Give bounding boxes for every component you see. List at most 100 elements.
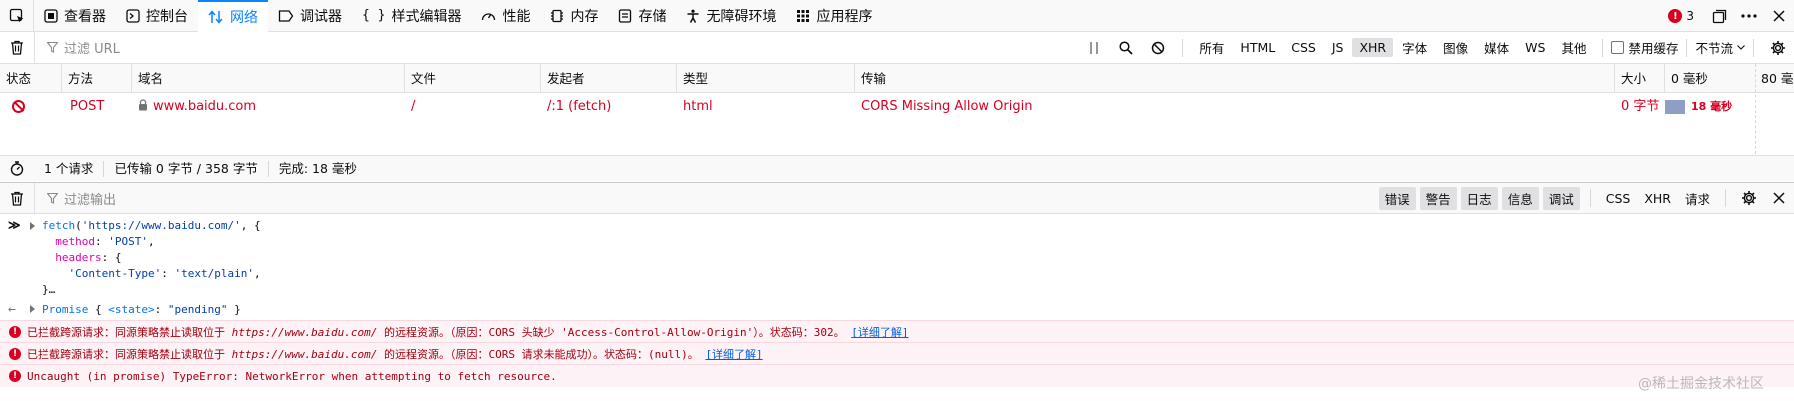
disable-cache-toggle[interactable]: 禁用缓存 [1611, 38, 1678, 57]
console-toolbar: 过滤输出 错误 警告 日志 信息 调试 CSS XHR 请求 [0, 182, 1794, 214]
console-error-message: ! 已拦截跨源请求：同源策略禁止读取位于 https://www.baidu.c… [0, 342, 1794, 365]
level-info-button[interactable]: 信息 [1501, 186, 1539, 210]
file-cell: / [411, 99, 416, 114]
error-icon: ! [1668, 9, 1683, 23]
error-icon: ! [9, 348, 21, 360]
tab-inspector[interactable]: 查看器 [34, 0, 116, 32]
tab-console[interactable]: 控制台 [116, 0, 198, 32]
performance-analysis-button[interactable] [0, 161, 34, 176]
console-output: ≫ fetch('https://www.baidu.com/', { meth… [0, 214, 1794, 401]
type-filter-fonts[interactable]: 字体 [1395, 36, 1434, 59]
throttle-select[interactable]: 不节流 [1695, 38, 1745, 57]
tab-storage[interactable]: 存储 [608, 0, 676, 32]
type-filter-css[interactable]: CSS [1284, 38, 1323, 57]
accessibility-icon [687, 9, 699, 23]
blocked-icon [12, 100, 25, 113]
column-initiator[interactable]: 发起者 [541, 64, 677, 93]
level-debug-button[interactable]: 调试 [1542, 186, 1580, 210]
tab-debugger[interactable]: 调试器 [268, 0, 352, 32]
filter-requests-button[interactable]: 请求 [1678, 187, 1717, 210]
close-devtools-button[interactable] [1764, 0, 1794, 32]
level-warnings-button[interactable]: 警告 [1419, 186, 1457, 210]
type-filter-js[interactable]: JS [1325, 38, 1351, 57]
transfer-cell: CORS Missing Allow Origin [861, 99, 1033, 114]
separator [1753, 38, 1754, 57]
disable-cache-checkbox[interactable] [1611, 41, 1625, 54]
separator [1589, 189, 1591, 207]
block-urls-button[interactable] [1142, 32, 1174, 64]
debugger-icon [278, 9, 294, 22]
network-settings-button[interactable] [1762, 32, 1794, 64]
clear-console-button[interactable] [0, 191, 34, 206]
type-filter-html[interactable]: HTML [1233, 38, 1282, 57]
storage-icon [619, 8, 632, 23]
search-button[interactable] [1110, 32, 1142, 64]
pause-button[interactable] [1078, 32, 1110, 64]
tab-network[interactable]: 网络 [198, 0, 268, 32]
performance-icon [482, 12, 496, 20]
error-count-badge[interactable]: ! 3 [1658, 9, 1704, 23]
column-method[interactable]: 方法 [62, 64, 132, 93]
console-filter-buttons: 错误 警告 日志 信息 调试 CSS XHR 请求 [1377, 183, 1794, 214]
type-filter-xhr[interactable]: XHR [1352, 38, 1394, 57]
type-filter-images[interactable]: 图像 [1436, 36, 1475, 59]
tab-performance[interactable]: 性能 [471, 0, 540, 32]
close-icon [1773, 10, 1785, 22]
tab-label: 控制台 [146, 8, 188, 25]
error-text: 已拦截跨源请求：同源策略禁止读取位于 https://www.baidu.com… [27, 348, 763, 361]
console-settings-button[interactable] [1734, 182, 1764, 214]
filter-css-button[interactable]: CSS [1599, 189, 1638, 208]
tab-application[interactable]: 应用程序 [786, 0, 882, 32]
learn-more-link[interactable]: [详细了解] [851, 326, 908, 339]
close-split-console-button[interactable] [1764, 182, 1794, 214]
tab-accessibility[interactable]: 无障碍环境 [676, 0, 786, 32]
network-tools: 所有 HTML CSS JS XHR 字体 图像 媒体 WS 其他 禁用缓存 不… [1078, 32, 1794, 64]
level-logs-button[interactable]: 日志 [1460, 186, 1498, 210]
dock-button[interactable] [1704, 0, 1734, 32]
column-transfer[interactable]: 传输 [855, 64, 1615, 93]
timing-bar [1665, 99, 1685, 114]
expand-triangle-icon[interactable] [30, 222, 35, 230]
throttle-value: 不节流 [1695, 41, 1733, 56]
element-picker-button[interactable] [0, 0, 34, 32]
tab-label: 性能 [502, 8, 531, 25]
style-editor-icon: { } [362, 8, 386, 23]
tab-memory[interactable]: 内存 [540, 0, 608, 32]
status-cell [4, 93, 62, 120]
error-text: Uncaught (in promise) TypeError: Network… [27, 369, 557, 383]
column-domain[interactable]: 域名 [132, 64, 405, 93]
console-result-message: ← Promise { <state>: "pending" } [0, 298, 1794, 320]
input-chevron-icon: ≫ [8, 218, 21, 232]
tab-label: 应用程序 [816, 8, 873, 25]
url-filter-input[interactable]: 过滤 URL [34, 31, 1078, 64]
initiator-cell[interactable]: /:1 (fetch) [541, 93, 677, 120]
inspector-icon [44, 8, 58, 23]
type-filter-ws[interactable]: WS [1518, 38, 1552, 57]
tab-style-editor[interactable]: { } 样式编辑器 [352, 0, 471, 32]
result-arrow-icon: ← [8, 301, 16, 317]
memory-icon [551, 9, 564, 22]
level-errors-button[interactable]: 错误 [1378, 186, 1416, 210]
type-filter-media[interactable]: 媒体 [1477, 36, 1516, 59]
type-filter-other[interactable]: 其他 [1554, 36, 1593, 59]
more-options-button[interactable] [1734, 0, 1764, 32]
separator [1725, 189, 1726, 207]
expand-triangle-icon[interactable] [30, 305, 35, 313]
tab-label: 调试器 [300, 8, 342, 25]
clear-network-button[interactable] [0, 40, 34, 55]
column-file[interactable]: 文件 [405, 64, 541, 93]
toolbar-right: ! 3 [1658, 0, 1794, 32]
gear-icon [1742, 191, 1756, 205]
filter-xhr-button[interactable]: XHR [1637, 189, 1678, 208]
code-line: headers: { [55, 251, 122, 264]
column-status[interactable]: 状态 [0, 64, 62, 93]
column-type[interactable]: 类型 [677, 64, 855, 93]
promise-result[interactable]: Promise { <state>: "pending" } [42, 303, 241, 316]
network-icon [208, 9, 223, 24]
console-filter-input[interactable]: 过滤输出 [34, 182, 1377, 214]
error-count: 3 [1686, 9, 1694, 23]
table-row[interactable]: POST www.baidu.com / /:1 (fetch) html CO… [0, 93, 1794, 120]
type-filter-all[interactable]: 所有 [1192, 36, 1231, 59]
learn-more-link[interactable]: [详细了解] [705, 348, 762, 361]
column-size[interactable]: 大小 [1615, 64, 1665, 93]
